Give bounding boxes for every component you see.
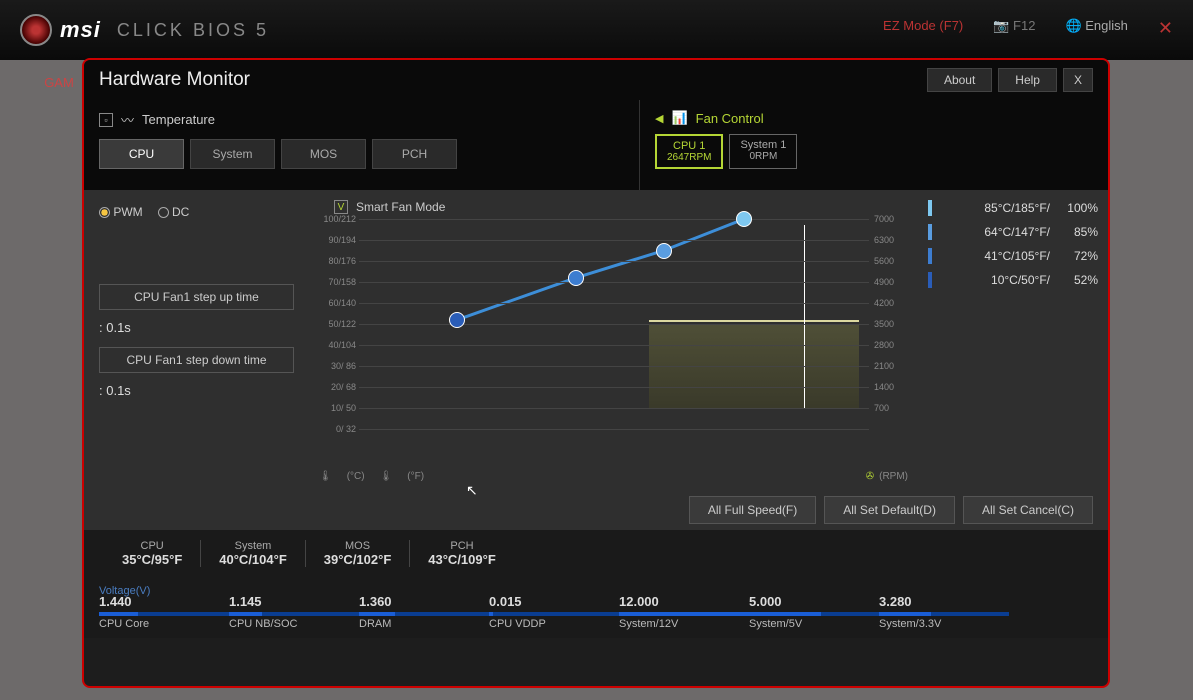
curve-point-1[interactable] (568, 270, 584, 286)
dc-radio[interactable]: DC (158, 205, 190, 219)
about-button[interactable]: About (927, 68, 992, 92)
y-tick-left: 0/ 32 (314, 424, 356, 434)
ez-mode-link[interactable]: EZ Mode (F7) (883, 18, 963, 39)
action-row: All Full Speed(F) All Set Default(D) All… (84, 490, 1108, 530)
curve-point-2[interactable] (656, 243, 672, 259)
voltage-cpu-vddp: 0.015 CPU VDDP (489, 612, 619, 630)
bios-close-icon[interactable]: ✕ (1158, 18, 1173, 39)
y-tick-right: 4900 (874, 277, 904, 287)
fan-chart-icon: 📊 (671, 110, 687, 126)
fan-control-panel: ◀ 📊 Fan Control CPU 1 2647RPM System 1 0… (639, 100, 1108, 190)
step-down-box[interactable]: CPU Fan1 step down time (99, 347, 294, 373)
voltage-system-5v: 5.000 System/5V (749, 612, 879, 630)
y-tick-right: 4200 (874, 298, 904, 308)
tab-system[interactable]: System (190, 139, 275, 169)
y-tick-right: 1400 (874, 382, 904, 392)
curve-point-3[interactable] (736, 211, 752, 227)
all-full-speed-button[interactable]: All Full Speed(F) (689, 496, 816, 524)
y-tick-left: 90/194 (314, 235, 356, 245)
temp-summary-system: System40°C/104°F (201, 540, 306, 567)
fan-rpm-icon: ✇ (866, 471, 874, 482)
point-color-bar (928, 200, 932, 216)
point-row-0[interactable]: 85°C/185°F/ 100% (928, 200, 1098, 216)
smart-fan-checkbox[interactable]: V (334, 200, 348, 214)
top-right-bar: EZ Mode (F7) 📷 F12 🌐 English ✕ (883, 18, 1173, 39)
step-up-box[interactable]: CPU Fan1 step up time (99, 284, 294, 310)
collapse-icon[interactable]: ▫ (99, 113, 113, 127)
msi-dragon-icon (20, 14, 52, 46)
tab-cpu[interactable]: CPU (99, 139, 184, 169)
lang-link[interactable]: 🌐 English (1065, 18, 1127, 39)
point-color-bar (928, 248, 932, 264)
step-up-value: : 0.1s (99, 320, 294, 335)
temp-tabs: CPU System MOS PCH (99, 139, 624, 169)
pwm-radio[interactable]: PWM (99, 205, 143, 219)
point-row-2[interactable]: 41°C/105°F/ 72% (928, 248, 1098, 264)
voltage-cpu-core: 1.440 CPU Core (99, 612, 229, 630)
thermometer-f-icon: 🌡 (380, 471, 393, 482)
y-tick-left: 80/176 (314, 256, 356, 266)
bios-product: CLICK BIOS 5 (117, 20, 269, 41)
curve-point-0[interactable] (449, 312, 465, 328)
fan-curve-chart: V Smart Fan Mode 100/212 90/194 80/176 70/1… (309, 190, 918, 490)
fan-control-title: Fan Control (696, 111, 764, 126)
temp-summary-pch: PCH43°C/109°F (410, 540, 514, 567)
y-tick-left: 40/104 (314, 340, 356, 350)
fan-tab-system1[interactable]: System 1 0RPM (729, 134, 797, 169)
time-marker[interactable] (804, 225, 805, 409)
all-set-default-button[interactable]: All Set Default(D) (824, 496, 955, 524)
y-tick-left: 30/ 86 (314, 361, 356, 371)
smart-fan-label: Smart Fan Mode (356, 200, 445, 214)
f12-link[interactable]: 📷 F12 (993, 18, 1035, 39)
y-tick-right: 2800 (874, 340, 904, 350)
window-title: Hardware Monitor (99, 69, 250, 91)
hardware-monitor-window: Hardware Monitor About Help X ▫ 〰 Temper… (82, 58, 1110, 688)
y-tick-left: 100/212 (314, 214, 356, 224)
y-tick-right: 5600 (874, 256, 904, 266)
y-tick-left: 10/ 50 (314, 403, 356, 413)
help-button[interactable]: Help (998, 68, 1057, 92)
temp-summary-cpu: CPU35°C/95°F (104, 540, 201, 567)
thermometer-c-icon: 🌡 (319, 471, 332, 482)
y-tick-right: 6300 (874, 235, 904, 245)
temperature-title: Temperature (142, 112, 215, 127)
voltage-dram: 1.360 DRAM (359, 612, 489, 630)
voltage-system-3-3v: 3.280 System/3.3V (879, 612, 1009, 630)
side-gam: GAM (44, 75, 74, 90)
point-color-bar (928, 272, 932, 288)
y-tick-right: 3500 (874, 319, 904, 329)
curve-points-panel: 85°C/185°F/ 100% 64°C/147°F/ 85% 41°C/10… (918, 190, 1108, 490)
chart-line-icon: 〰 (121, 110, 134, 129)
y-tick-left: 20/ 68 (314, 382, 356, 392)
temp-summary: CPU35°C/95°FSystem40°C/104°FMOS39°C/102°… (84, 530, 1108, 577)
window-title-bar: Hardware Monitor About Help X (84, 60, 1108, 100)
voltage-system-12v: 12.000 System/12V (619, 612, 749, 630)
close-button[interactable]: X (1063, 68, 1093, 92)
left-controls: PWM DC CPU Fan1 step up time : 0.1s CPU … (84, 190, 309, 490)
msi-logo: msi (60, 17, 101, 43)
all-set-cancel-button[interactable]: All Set Cancel(C) (963, 496, 1093, 524)
point-row-3[interactable]: 10°C/50°F/ 52% (928, 272, 1098, 288)
y-tick-left: 50/122 (314, 319, 356, 329)
point-row-1[interactable]: 64°C/147°F/ 85% (928, 224, 1098, 240)
y-tick-right: 7000 (874, 214, 904, 224)
voltage-section: Voltage(V) 1.440 CPU Core1.145 CPU NB/SO… (84, 577, 1108, 638)
step-down-value: : 0.1s (99, 383, 294, 398)
y-tick-left: 60/140 (314, 298, 356, 308)
temperature-panel: ▫ 〰 Temperature CPU System MOS PCH (84, 100, 639, 190)
y-tick-left: 70/158 (314, 277, 356, 287)
tab-pch[interactable]: PCH (372, 139, 457, 169)
voltage-cpu-nb-soc: 1.145 CPU NB/SOC (229, 612, 359, 630)
y-tick-right: 2100 (874, 361, 904, 371)
temp-summary-mos: MOS39°C/102°F (306, 540, 411, 567)
y-tick-right: 700 (874, 403, 904, 413)
fan-prev-icon[interactable]: ◀ (655, 112, 663, 125)
point-color-bar (928, 224, 932, 240)
fan-tab-cpu1[interactable]: CPU 1 2647RPM (655, 134, 723, 169)
tab-mos[interactable]: MOS (281, 139, 366, 169)
